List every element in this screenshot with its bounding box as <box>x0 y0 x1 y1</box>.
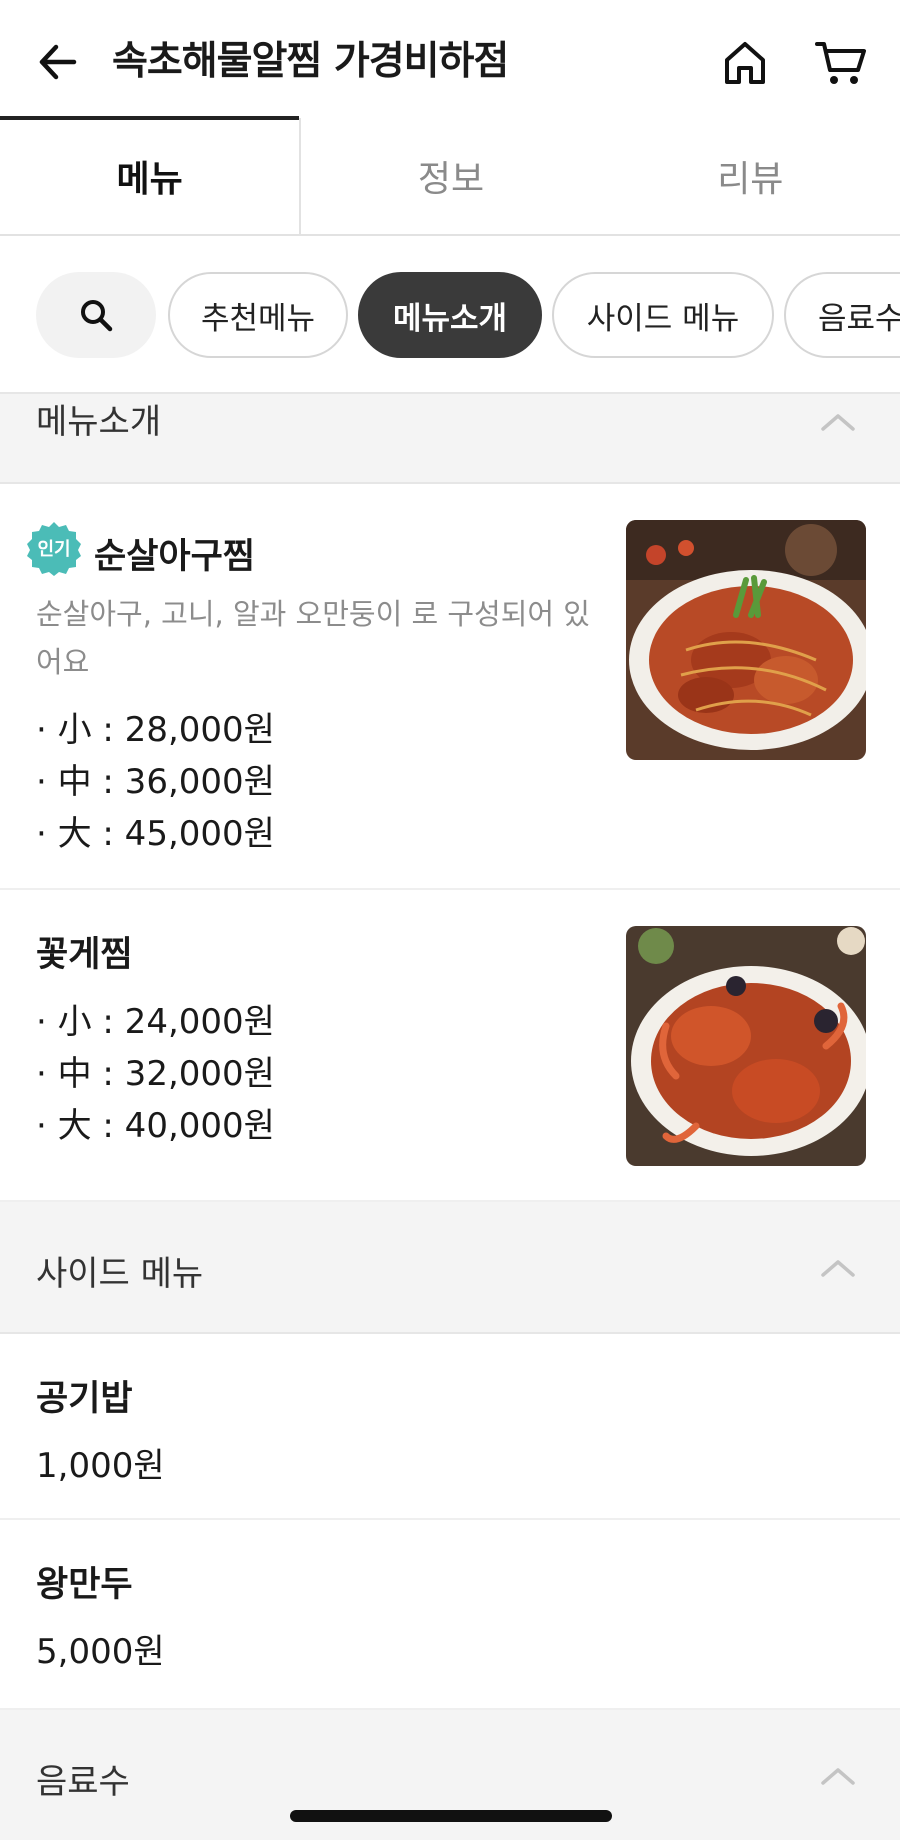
app-header: 속초해물알찜 가경비하점 <box>0 0 900 118</box>
category-chips: 추천메뉴 메뉴소개 사이드 메뉴 음료수 <box>0 236 900 394</box>
section-title: 사이드 메뉴 <box>36 1254 204 1294</box>
price-small: · 小 : 28,000원 <box>36 710 275 750</box>
item-description: 순살아구, 고니, 알과 오만둥이 로 구성되어 있어요 <box>36 597 590 679</box>
back-arrow-icon[interactable] <box>34 38 82 86</box>
item-price: 5,000원 <box>36 1632 165 1672</box>
price-small: · 小 : 24,000원 <box>36 1002 275 1042</box>
search-icon <box>81 300 113 332</box>
page-title: 속초해물알찜 가경비하점 <box>112 39 509 84</box>
chip-side-menu[interactable]: 사이드 메뉴 <box>552 272 774 358</box>
store-tabs: 메뉴 정보 리뷰 <box>0 116 900 236</box>
item-name: 꽃게찜 <box>36 935 133 975</box>
item-photo <box>626 926 866 1166</box>
menu-item-crab[interactable]: 꽃게찜 · 小 : 24,000원 · 中 : 32,000원 · 大 : 40… <box>0 890 900 1202</box>
section-header-side-menu[interactable]: 사이드 메뉴 <box>0 1202 900 1334</box>
price-large: · 大 : 45,000원 <box>36 814 275 854</box>
item-price: 1,000원 <box>36 1446 165 1486</box>
tab-info[interactable]: 정보 <box>301 118 600 234</box>
menu-item-boneless-agu[interactable]: 인기 순살아구찜 순살아구, 고니, 알과 오만둥이 로 구성되어 있어요 · … <box>0 484 900 890</box>
tab-menu[interactable]: 메뉴 <box>0 116 302 234</box>
section-title: 음료수 <box>36 1762 130 1802</box>
chevron-up-icon <box>821 1260 855 1277</box>
chevron-up-icon <box>821 414 855 431</box>
menu-search-button[interactable] <box>36 272 156 358</box>
price-medium: · 中 : 36,000원 <box>36 762 275 802</box>
item-photo <box>626 520 866 760</box>
price-large: · 大 : 40,000원 <box>36 1106 275 1146</box>
price-medium: · 中 : 32,000원 <box>36 1054 275 1094</box>
menu-item-dumpling[interactable]: 왕만두 5,000원 <box>0 1520 900 1710</box>
chip-menu-intro[interactable]: 메뉴소개 <box>358 272 542 358</box>
popular-badge-label: 인기 <box>37 539 71 560</box>
item-name: 공기밥 <box>36 1379 133 1419</box>
section-title: 메뉴소개 <box>36 402 162 442</box>
item-name: 왕만두 <box>36 1565 133 1605</box>
home-indicator[interactable] <box>290 1810 612 1822</box>
cart-icon[interactable] <box>814 38 868 88</box>
chevron-up-icon <box>821 1768 855 1785</box>
tab-review[interactable]: 리뷰 <box>601 118 900 234</box>
menu-item-rice[interactable]: 공기밥 1,000원 <box>0 1334 900 1520</box>
item-name: 순살아구찜 <box>94 537 256 577</box>
chip-recommended[interactable]: 추천메뉴 <box>168 272 348 358</box>
section-header-menu-intro[interactable]: 메뉴소개 <box>0 394 900 484</box>
home-icon[interactable] <box>720 38 770 88</box>
chip-drinks[interactable]: 음료수 <box>784 272 900 358</box>
